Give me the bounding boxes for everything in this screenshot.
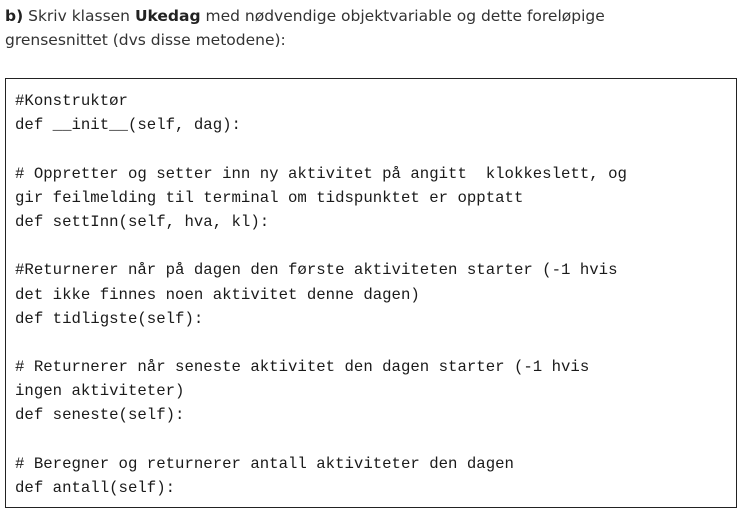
code-line: def __init__(self, dag):	[15, 116, 241, 135]
code-line: gir feilmelding til terminal om tidspunk…	[15, 188, 524, 207]
code-block: #Konstruktør def __init__(self, dag): # …	[5, 78, 737, 508]
code-line: # Beregner og returnerer antall aktivite…	[15, 454, 514, 473]
code-line: det ikke finnes noen aktivitet denne dag…	[15, 285, 420, 304]
code-line: def tidligste(self):	[15, 309, 204, 328]
code-line: # Returnerer når seneste aktivitet den d…	[15, 358, 590, 377]
task-text-before: Skriv klassen	[23, 7, 135, 25]
task-description: b) Skriv klassen Ukedag med nødvendige o…	[5, 4, 705, 52]
code-line: def seneste(self):	[15, 406, 185, 425]
code-line: # Oppretter og setter inn ny aktivitet p…	[15, 164, 627, 183]
task-label: b)	[5, 7, 24, 25]
class-name: Ukedag	[134, 7, 201, 25]
code-line: def settInn(self, hva, kl):	[15, 212, 270, 231]
code-line: def antall(self):	[15, 479, 176, 497]
code-line: #Returnerer når på dagen den første akti…	[15, 261, 618, 280]
code-line: ingen aktiviteter)	[15, 382, 185, 401]
code-line: #Konstruktør	[15, 92, 128, 110]
